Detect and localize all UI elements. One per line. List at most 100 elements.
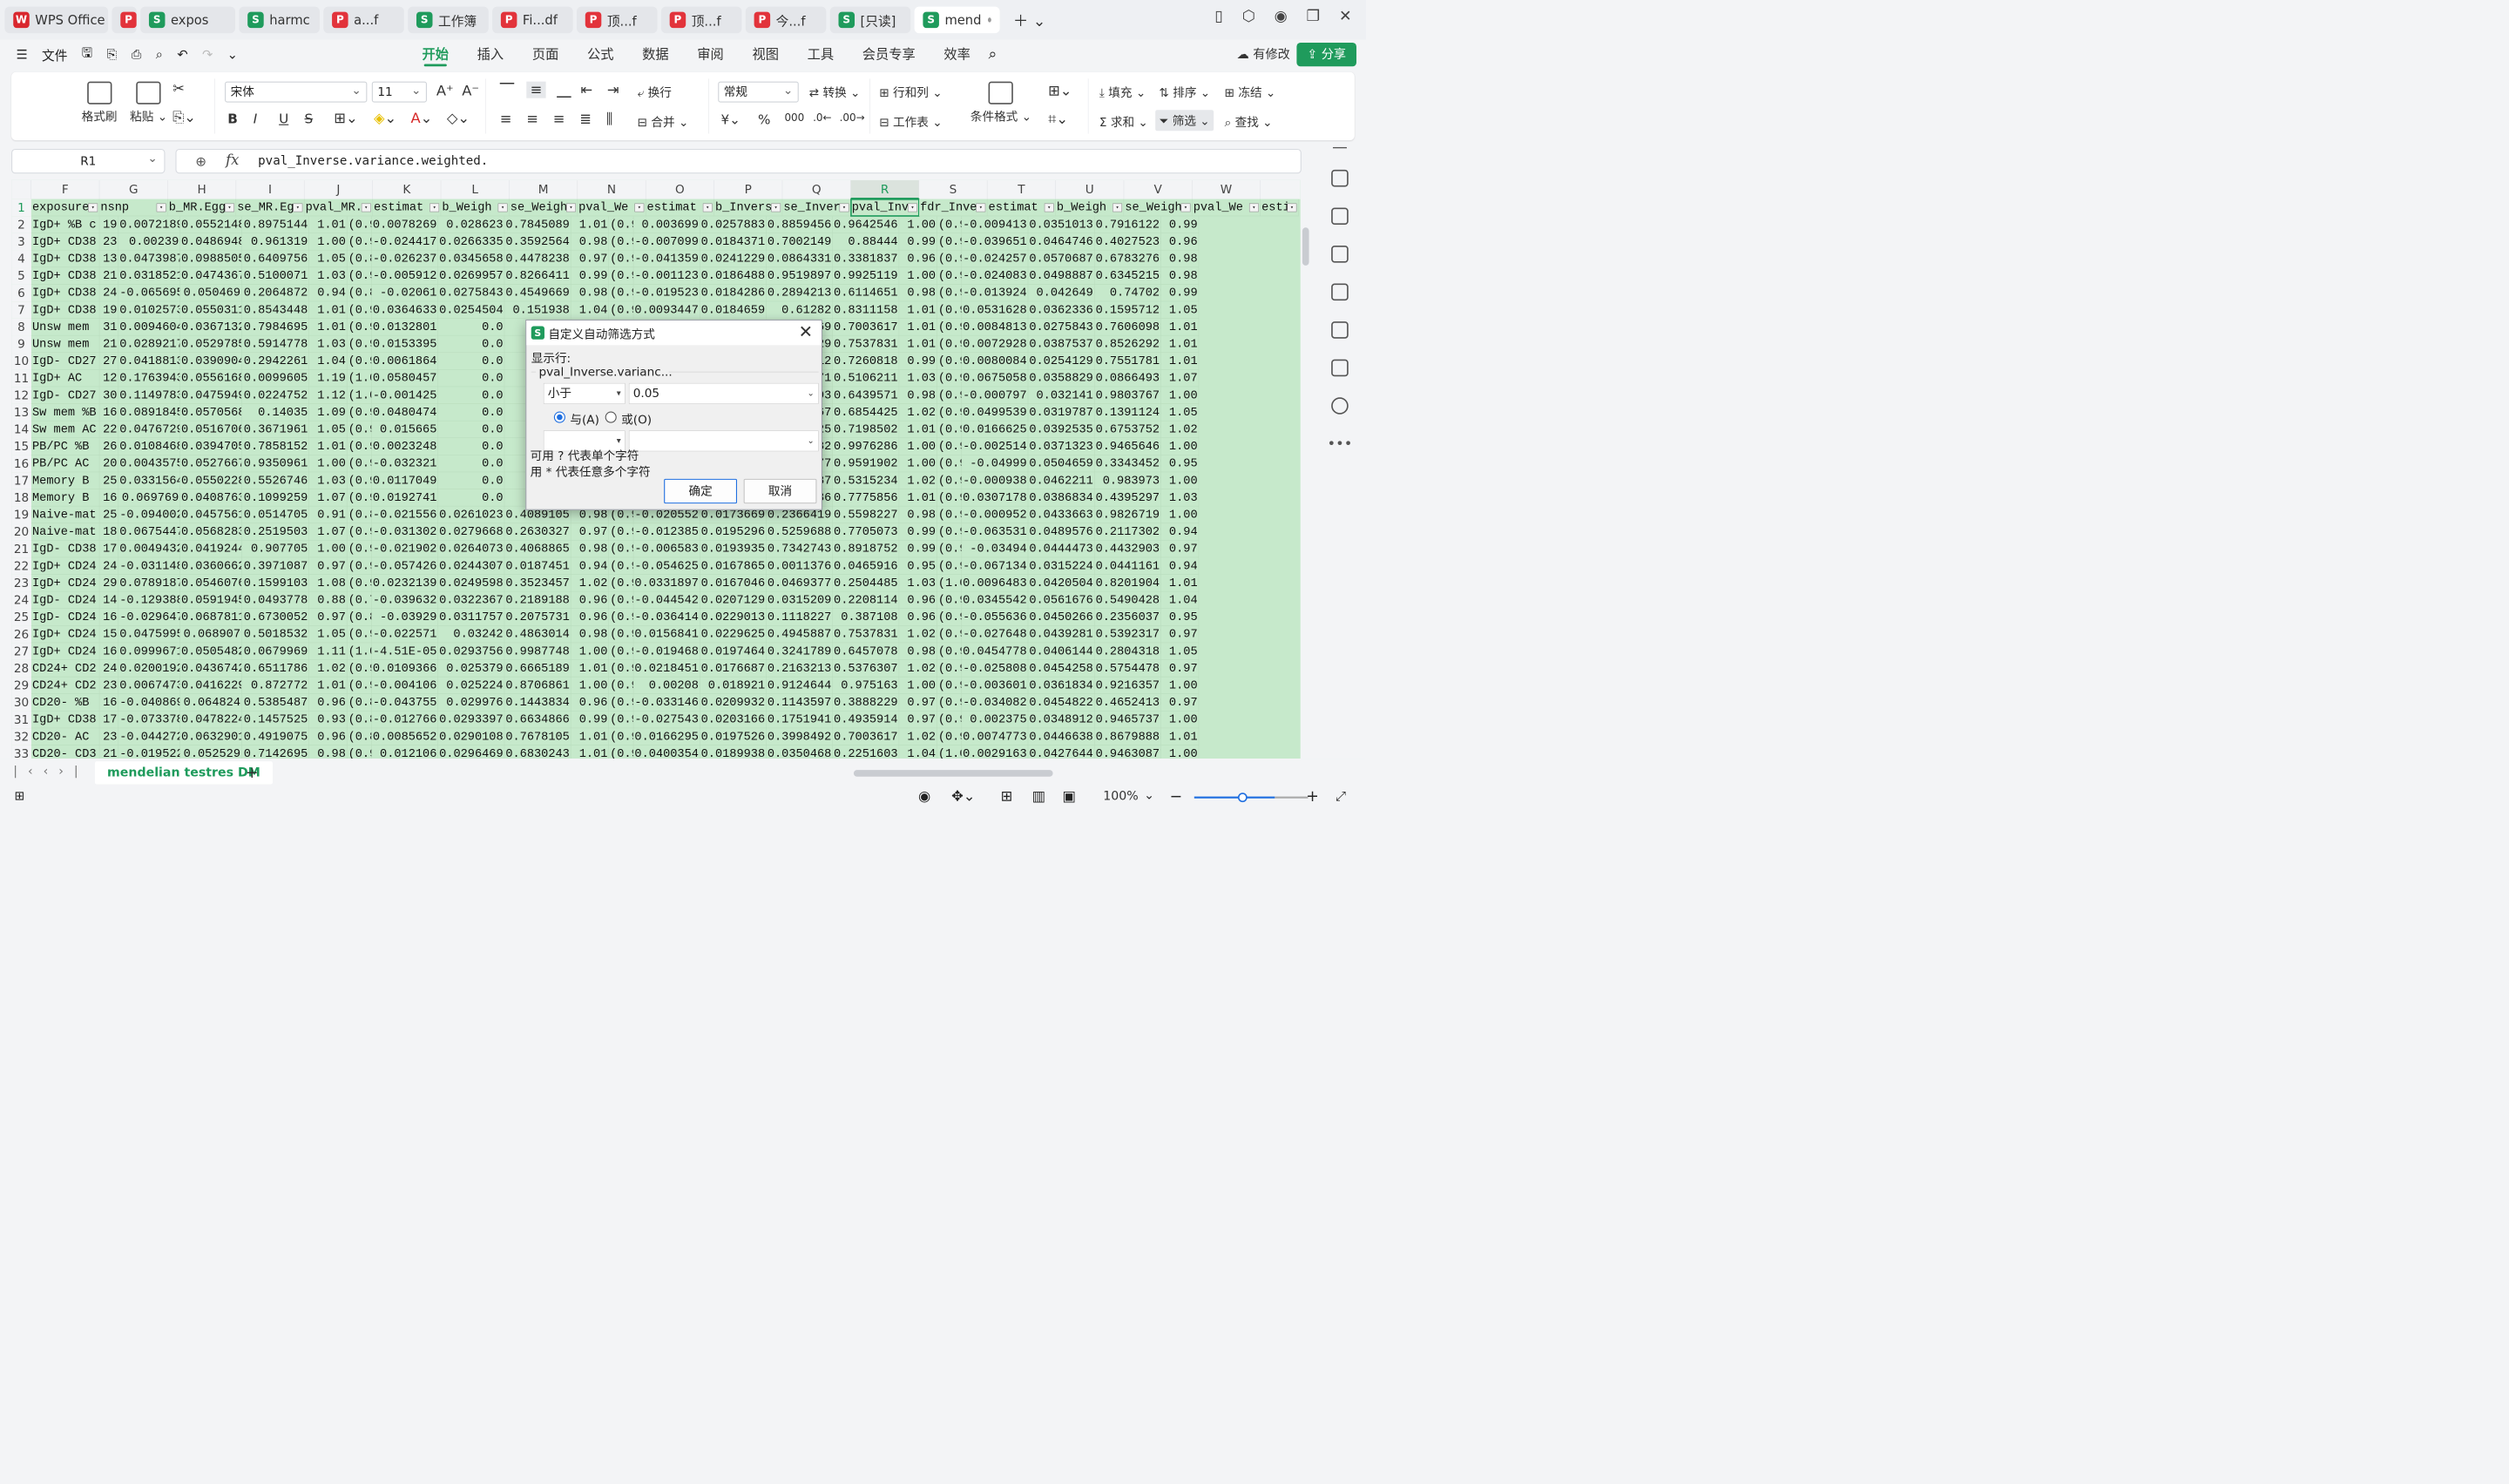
header-cell[interactable]: b_Weigh ▾ bbox=[1055, 199, 1125, 217]
table-cell[interactable]: 0.0189938 bbox=[700, 745, 767, 759]
table-cell[interactable]: 0.2251603 bbox=[833, 745, 900, 759]
table-cell[interactable]: 0.069769 bbox=[118, 489, 180, 507]
table-cell[interactable]: 0.9216357 bbox=[1094, 677, 1161, 695]
table-cell[interactable]: IgD+ CD24 bbox=[30, 557, 100, 575]
table-cell[interactable]: (0.9 bbox=[937, 233, 963, 251]
filter-dropdown-icon[interactable]: ▾ bbox=[907, 203, 917, 212]
zoom-slider[interactable] bbox=[1194, 796, 1275, 799]
table-cell[interactable]: 0.5490428 bbox=[1094, 591, 1161, 610]
table-cell[interactable]: -0.043755 bbox=[371, 694, 439, 712]
table-cell[interactable]: 0.9519897 bbox=[766, 267, 833, 285]
table-cell[interactable]: 22 bbox=[99, 421, 119, 439]
table-cell[interactable]: 0.1443834 bbox=[504, 694, 571, 712]
table-cell[interactable]: 1.04 bbox=[1160, 591, 1200, 610]
format-painter-button[interactable]: 格式刷 bbox=[82, 81, 117, 125]
table-cell[interactable]: (0.9 bbox=[937, 711, 963, 729]
table-cell[interactable]: (0.9 bbox=[609, 625, 634, 644]
table-cell[interactable]: 0.0550228 bbox=[179, 472, 242, 489]
or-radio[interactable] bbox=[605, 411, 617, 423]
table-cell[interactable]: 0.0192741 bbox=[371, 489, 439, 507]
table-cell[interactable]: 29 bbox=[99, 574, 119, 592]
table-cell[interactable]: 0.1391124 bbox=[1094, 403, 1161, 422]
table-cell[interactable]: 0.2630327 bbox=[504, 523, 571, 541]
table-cell[interactable]: 0.0099605 bbox=[241, 369, 309, 388]
table-cell[interactable]: IgD+ CD38 bbox=[30, 250, 100, 268]
add-sheet-icon[interactable]: + bbox=[246, 763, 259, 781]
table-cell[interactable]: 16 bbox=[99, 609, 119, 626]
table-cell[interactable]: (0.9 bbox=[347, 353, 372, 370]
close-window-icon[interactable]: ✕ bbox=[1339, 7, 1352, 25]
table-cell[interactable]: 1.02 bbox=[899, 659, 937, 678]
table-cell[interactable]: 0.9987748 bbox=[504, 643, 571, 660]
zoom-level[interactable]: 100% bbox=[1103, 789, 1138, 803]
cell-style-icon[interactable]: ⊞⌄ bbox=[1048, 83, 1072, 99]
row-header[interactable]: 11 bbox=[11, 369, 31, 388]
table-cell[interactable]: 1.12 bbox=[308, 387, 348, 404]
table-cell[interactable]: 0.9591902 bbox=[832, 455, 900, 473]
table-cell[interactable]: 0.0454822 bbox=[1028, 694, 1095, 712]
table-cell[interactable]: 0.96 bbox=[1160, 233, 1200, 251]
zoom-in-icon[interactable]: + bbox=[1306, 787, 1319, 806]
row-header[interactable]: 30 bbox=[11, 694, 31, 712]
table-cell[interactable]: 0.0454258 bbox=[1028, 659, 1095, 678]
table-cell[interactable]: 17 bbox=[99, 711, 119, 729]
table-cell[interactable]: -0.027543 bbox=[633, 711, 700, 729]
table-cell[interactable]: (0.9 bbox=[347, 403, 372, 422]
table-cell[interactable]: 0.94 bbox=[1160, 523, 1200, 541]
table-cell[interactable]: 0.0493778 bbox=[241, 591, 309, 610]
table-cell[interactable]: (0.9 bbox=[937, 335, 963, 354]
table-cell[interactable]: IgD+ CD24 bbox=[30, 574, 100, 592]
table-cell[interactable]: (1.0 bbox=[347, 387, 372, 404]
table-cell[interactable]: 0.0580457 bbox=[371, 369, 439, 388]
table-cell[interactable]: 0.8526292 bbox=[1094, 335, 1161, 354]
zoom-dropdown-icon[interactable]: ⌄ bbox=[1144, 788, 1154, 802]
export-icon[interactable]: ⎘ bbox=[107, 47, 118, 62]
table-cell[interactable]: 1.00 bbox=[571, 677, 610, 695]
table-cell[interactable]: 0.1143597 bbox=[766, 694, 833, 712]
table-cell[interactable]: (0.9 bbox=[609, 609, 634, 626]
table-cell[interactable]: (0.9 bbox=[347, 677, 372, 695]
table-cell[interactable]: 0.0476729 bbox=[118, 421, 180, 439]
table-cell[interactable]: 0.0789187 bbox=[118, 574, 180, 592]
table-cell[interactable]: 0.0864331 bbox=[766, 250, 833, 268]
table-cell[interactable]: 0.98 bbox=[571, 625, 610, 644]
table-cell[interactable]: 1.01 bbox=[899, 421, 937, 439]
column-header[interactable]: Q bbox=[782, 179, 851, 199]
table-cell[interactable]: 0.0454778 bbox=[962, 643, 1029, 660]
table-cell[interactable]: 0.0195296 bbox=[700, 523, 767, 541]
table-cell[interactable]: 0.0408763 bbox=[179, 489, 242, 507]
table-cell[interactable]: 0.96 bbox=[571, 591, 610, 610]
table-cell[interactable]: 0.6753752 bbox=[1094, 421, 1161, 439]
table-cell[interactable]: -0.005912 bbox=[371, 267, 439, 285]
table-cell[interactable]: 0.3888229 bbox=[832, 694, 900, 712]
table-cell[interactable]: -0.073378 bbox=[118, 711, 180, 729]
table-cell[interactable]: (0.8 bbox=[347, 728, 372, 745]
fill-color-icon[interactable]: ◈⌄ bbox=[374, 110, 396, 126]
table-cell[interactable]: IgD+ AC bbox=[30, 369, 100, 388]
sheet-nav-icons[interactable]: |‹‹›| bbox=[13, 765, 88, 779]
table-cell[interactable]: 0.0132801 bbox=[371, 318, 439, 336]
table-cell[interactable]: 0.0184371 bbox=[700, 233, 767, 251]
table-cell[interactable]: 0.0632901 bbox=[179, 728, 242, 745]
tab-4[interactable]: Pa...f bbox=[323, 6, 404, 34]
table-cell[interactable]: 0.0345542 bbox=[962, 591, 1029, 610]
table-cell[interactable]: (0.9 bbox=[347, 574, 372, 592]
table-cell[interactable]: IgD- CD38 bbox=[30, 540, 100, 558]
table-cell[interactable]: 0.0419244 bbox=[179, 540, 242, 558]
font-color-icon[interactable]: A⌄ bbox=[410, 110, 432, 126]
header-cell[interactable]: se_MR.Eg ▾ bbox=[236, 199, 305, 217]
table-cell[interactable]: 0.003699 bbox=[633, 216, 700, 233]
column-header[interactable]: S bbox=[919, 179, 988, 199]
column-header[interactable]: F bbox=[31, 179, 100, 199]
name-box[interactable]: R1 bbox=[11, 147, 166, 174]
table-cell[interactable]: 0.3671961 bbox=[241, 421, 309, 439]
table-cell[interactable]: (0.9 bbox=[937, 540, 963, 558]
thousands-icon[interactable]: 000 bbox=[784, 111, 804, 124]
table-cell[interactable]: CD20- CD3 bbox=[31, 745, 100, 759]
row-header[interactable]: 28 bbox=[11, 659, 31, 678]
table-cell[interactable]: 0.0450266 bbox=[1028, 609, 1095, 626]
header-cell[interactable]: pval_MR. ▾ bbox=[304, 199, 373, 217]
table-cell[interactable]: 0.3592564 bbox=[504, 233, 571, 251]
table-cell[interactable]: 0.0049432 bbox=[118, 540, 180, 558]
table-cell[interactable]: 0.0392535 bbox=[1028, 421, 1095, 439]
